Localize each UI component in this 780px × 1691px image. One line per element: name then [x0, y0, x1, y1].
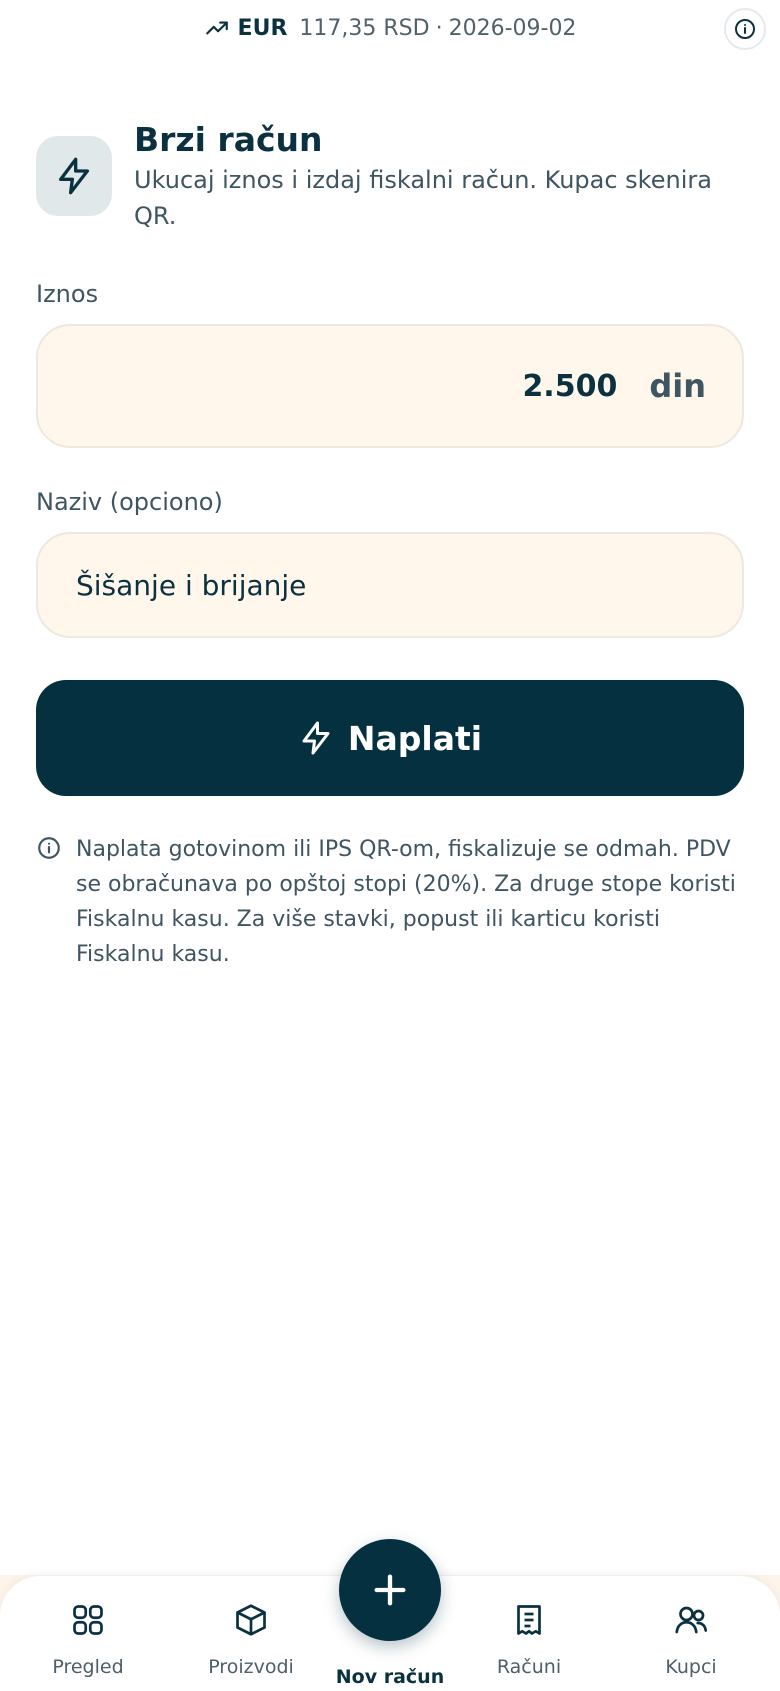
- quick-receipt-screen: EUR 117,35 RSD · 2026-09-02 Brzi račun U…: [0, 0, 780, 1691]
- info-button[interactable]: [724, 8, 766, 50]
- nav-item-kupci[interactable]: Kupci: [616, 1602, 766, 1678]
- lightning-icon: [302, 721, 330, 755]
- rate-date: 2026-09-02: [448, 15, 577, 41]
- users-icon: [675, 1606, 708, 1634]
- rate-separator: ·: [435, 15, 443, 41]
- trending-up-icon: [204, 15, 230, 41]
- nav-item-nov-racun[interactable]: Nov račun: [315, 1666, 465, 1688]
- new-receipt-fab[interactable]: [339, 1539, 441, 1641]
- name-value: Šišanje i brijanje: [76, 568, 307, 602]
- info-icon: [36, 835, 62, 861]
- info-note: Naplata gotovinom ili IPS QR-om, fiskali…: [36, 832, 744, 972]
- rate-unit: RSD: [383, 15, 430, 41]
- amount-value: 2.500: [522, 368, 618, 404]
- name-input[interactable]: Šišanje i brijanje: [36, 532, 744, 638]
- info-note-text: Naplata gotovinom ili IPS QR-om, fiskali…: [76, 837, 736, 967]
- pay-button-label: Naplati: [347, 718, 483, 758]
- nav-label-racuni: Računi: [496, 1656, 562, 1678]
- nav-label-kupci: Kupci: [665, 1656, 717, 1678]
- amount-label: Iznos: [36, 280, 99, 308]
- pay-button[interactable]: Naplati: [36, 680, 744, 796]
- lightning-icon: [36, 136, 112, 216]
- name-label: Naziv (opciono): [36, 488, 223, 516]
- rate-value: 117,35: [299, 15, 377, 41]
- nav-label-proizvodi: Proizvodi: [208, 1656, 294, 1678]
- exchange-rate-bar: EUR 117,35 RSD · 2026-09-02: [0, 0, 780, 56]
- page-subtitle: Ukucaj iznos i izdaj fiskalni račun. Kup…: [134, 166, 712, 230]
- rate-currency: EUR: [237, 15, 288, 41]
- plus-icon: [374, 1574, 406, 1606]
- info-icon: [735, 19, 755, 39]
- box-icon: [236, 1604, 266, 1636]
- nav-item-pregled[interactable]: Pregled: [13, 1602, 163, 1678]
- nav-item-racuni[interactable]: Računi: [454, 1602, 604, 1678]
- receipt-icon: [517, 1605, 541, 1635]
- page-header: Brzi račun Ukucaj iznos i izdaj fiskalni…: [36, 120, 746, 234]
- nav-label-nov-racun: Nov račun: [335, 1666, 445, 1688]
- nav-label-pregled: Pregled: [52, 1656, 124, 1678]
- amount-unit: din: [649, 367, 706, 405]
- page-title: Brzi račun: [134, 120, 323, 159]
- grid-icon: [73, 1605, 103, 1635]
- amount-input[interactable]: 2.500 din: [36, 324, 744, 448]
- nav-item-proizvodi[interactable]: Proizvodi: [176, 1602, 326, 1678]
